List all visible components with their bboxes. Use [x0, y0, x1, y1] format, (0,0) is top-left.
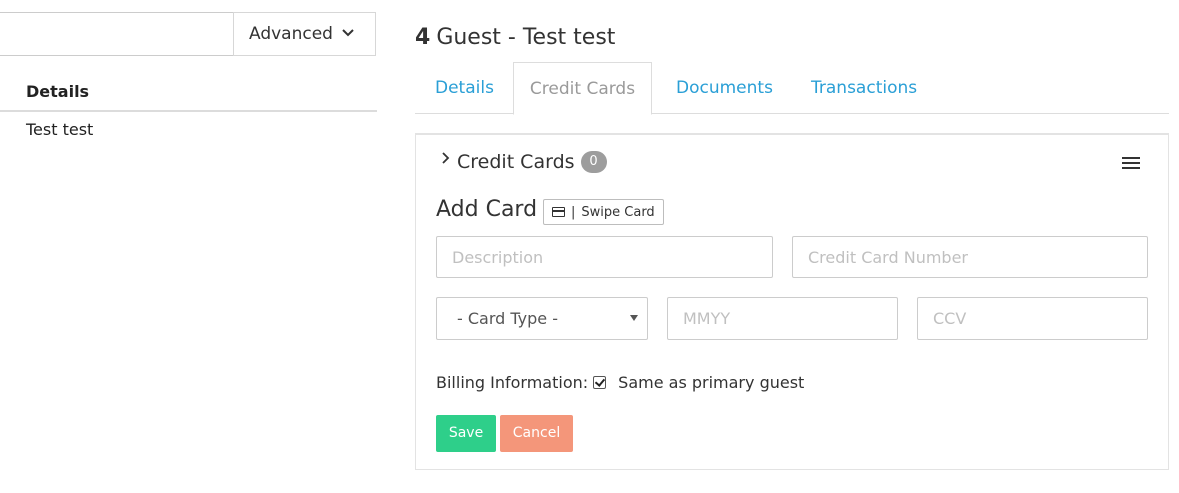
chevron-down-icon [342, 29, 354, 37]
same-as-primary-checkbox[interactable] [593, 376, 607, 389]
tab-credit-cards[interactable]: Credit Cards [513, 62, 652, 115]
swipe-card-button[interactable]: | Swipe Card [543, 199, 664, 225]
expiry-input[interactable] [667, 297, 898, 340]
credit-card-icon [552, 207, 565, 217]
advanced-dropdown-button[interactable]: Advanced [233, 12, 376, 56]
billing-label: Billing Information: [436, 373, 589, 392]
tab-bar: Details Credit Cards Documents Transacti… [415, 62, 1169, 115]
tab-transactions[interactable]: Transactions [811, 62, 917, 114]
tab-details[interactable]: Details [435, 62, 494, 114]
swipe-card-label: Swipe Card [581, 204, 655, 220]
save-button[interactable]: Save [436, 415, 496, 452]
menu-icon[interactable] [1122, 157, 1140, 171]
tab-documents[interactable]: Documents [676, 62, 773, 114]
ccv-input[interactable] [917, 297, 1148, 340]
card-type-value: - Card Type - [457, 309, 558, 328]
same-as-primary-label[interactable]: Same as primary guest [618, 373, 804, 392]
divider [0, 110, 377, 112]
guest-title-text: Guest - Test test [436, 25, 616, 50]
advanced-label: Advanced [249, 24, 333, 44]
dropdown-arrow-icon [630, 315, 638, 321]
page-title: 4 Guest - Test test [415, 25, 615, 50]
details-guest-name: Test test [26, 120, 94, 139]
billing-information-row: Billing Information: Same as primary gue… [436, 373, 804, 392]
card-type-select[interactable]: - Card Type - [436, 297, 648, 340]
swipe-separator: | [571, 204, 576, 220]
chevron-right-icon [442, 152, 450, 164]
search-input[interactable] [0, 12, 234, 56]
credit-cards-header[interactable]: Credit Cards 0 [440, 151, 607, 173]
description-input[interactable] [436, 236, 773, 278]
count-badge: 0 [580, 151, 607, 173]
add-card-heading: Add Card [436, 197, 538, 222]
credit-cards-heading: Credit Cards [457, 151, 575, 173]
details-heading: Details [26, 82, 90, 101]
card-number-input[interactable] [792, 236, 1148, 278]
guest-number: 4 [415, 25, 431, 50]
cancel-button[interactable]: Cancel [500, 415, 573, 452]
credit-cards-panel: Credit Cards 0 Add Card | Swipe Card - C… [415, 133, 1169, 470]
